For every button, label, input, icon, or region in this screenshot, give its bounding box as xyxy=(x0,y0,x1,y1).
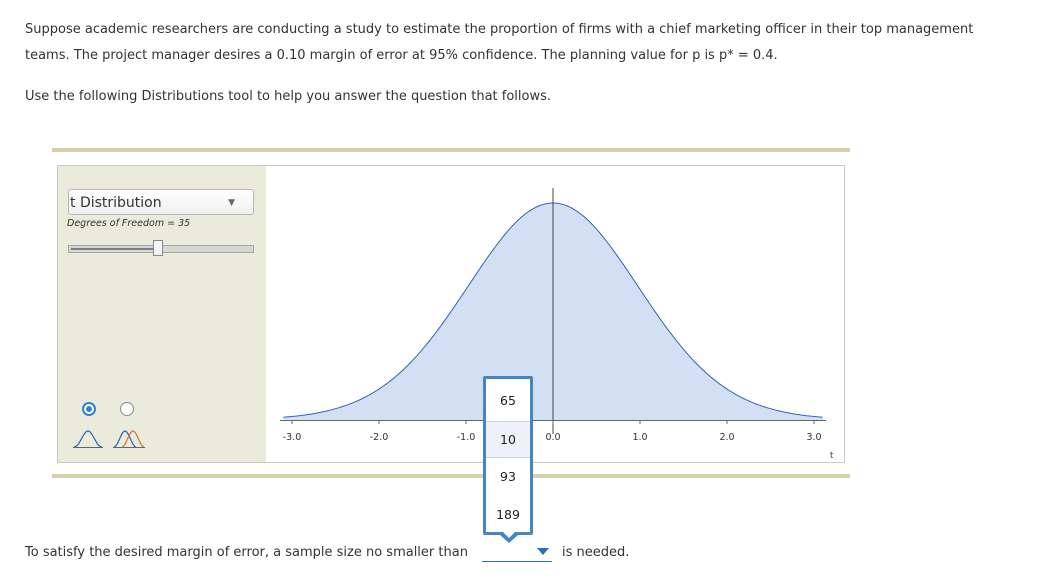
x-tick-label: -3.0 xyxy=(283,432,302,443)
x-tick-label: 3.0 xyxy=(806,432,821,443)
sample-size-options: 65 10 93 189 xyxy=(483,376,533,535)
dropdown-arrow-icon xyxy=(537,548,549,555)
t-distribution-plot: -3.0 -2.0 -1.0 0.0 1.0 2.0 3.0 t xyxy=(280,188,834,461)
option-10[interactable]: 10 xyxy=(486,421,530,458)
dropdown-pointer xyxy=(500,532,518,543)
instruction-paragraph: Use the following Distributions tool to … xyxy=(25,89,552,104)
x-tick-label: 0.0 xyxy=(545,432,560,443)
slider-fill xyxy=(71,248,159,250)
bottom-divider xyxy=(52,474,850,478)
x-tick-label: 2.0 xyxy=(719,432,734,443)
answer-prompt: To satisfy the desired margin of error, … xyxy=(25,545,468,560)
top-divider xyxy=(52,148,850,152)
chevron-down-icon: ▼ xyxy=(228,198,235,208)
option-189[interactable]: 189 xyxy=(486,497,530,532)
option-65[interactable]: 65 xyxy=(486,383,530,418)
degrees-of-freedom-label: Degrees of Freedom = 35 xyxy=(67,218,191,229)
x-tick-label: -2.0 xyxy=(370,432,389,443)
single-curve-icon xyxy=(73,430,103,448)
x-axis-ticks: -3.0 -2.0 -1.0 0.0 1.0 2.0 3.0 xyxy=(283,420,822,443)
answer-suffix: is needed. xyxy=(562,545,630,560)
slider-thumb[interactable] xyxy=(153,240,164,256)
sample-size-select[interactable] xyxy=(482,542,552,562)
degrees-of-freedom-slider[interactable] xyxy=(68,240,254,256)
x-tick-label: -1.0 xyxy=(457,432,476,443)
control-panel: t Distribution ▼ Degrees of Freedom = 35 xyxy=(58,166,266,462)
question-paragraph: Suppose academic researchers are conduct… xyxy=(25,22,974,63)
option-93[interactable]: 93 xyxy=(486,459,530,494)
two-curve-radio[interactable] xyxy=(120,402,134,416)
x-axis-label: t xyxy=(830,451,834,461)
one-curve-radio[interactable] xyxy=(82,402,96,416)
distribution-select[interactable]: t Distribution ▼ xyxy=(68,189,254,215)
distribution-select-value: t Distribution xyxy=(70,195,162,211)
double-curve-icon xyxy=(113,430,145,448)
distributions-tool: t Distribution ▼ Degrees of Freedom = 35… xyxy=(57,165,845,463)
x-tick-label: 1.0 xyxy=(632,432,647,443)
